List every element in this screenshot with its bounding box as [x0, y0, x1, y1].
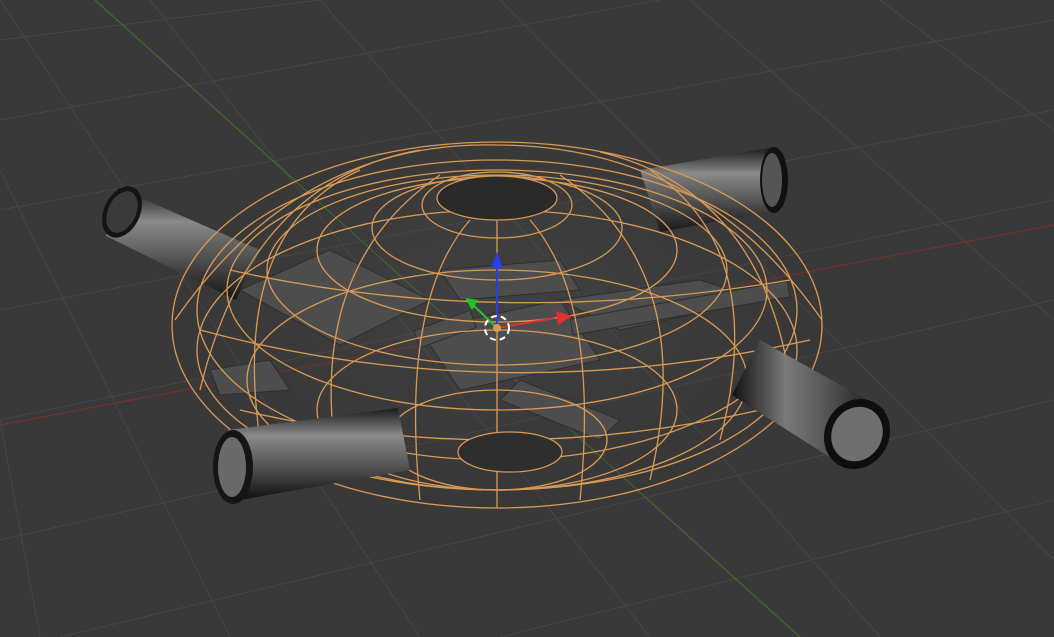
viewport-canvas[interactable]: [0, 0, 1054, 637]
dome-bottom-opening: [457, 431, 563, 473]
dome-top-opening: [436, 175, 558, 221]
3d-viewport[interactable]: [0, 0, 1054, 637]
pipe-front-right[interactable]: [732, 340, 903, 481]
